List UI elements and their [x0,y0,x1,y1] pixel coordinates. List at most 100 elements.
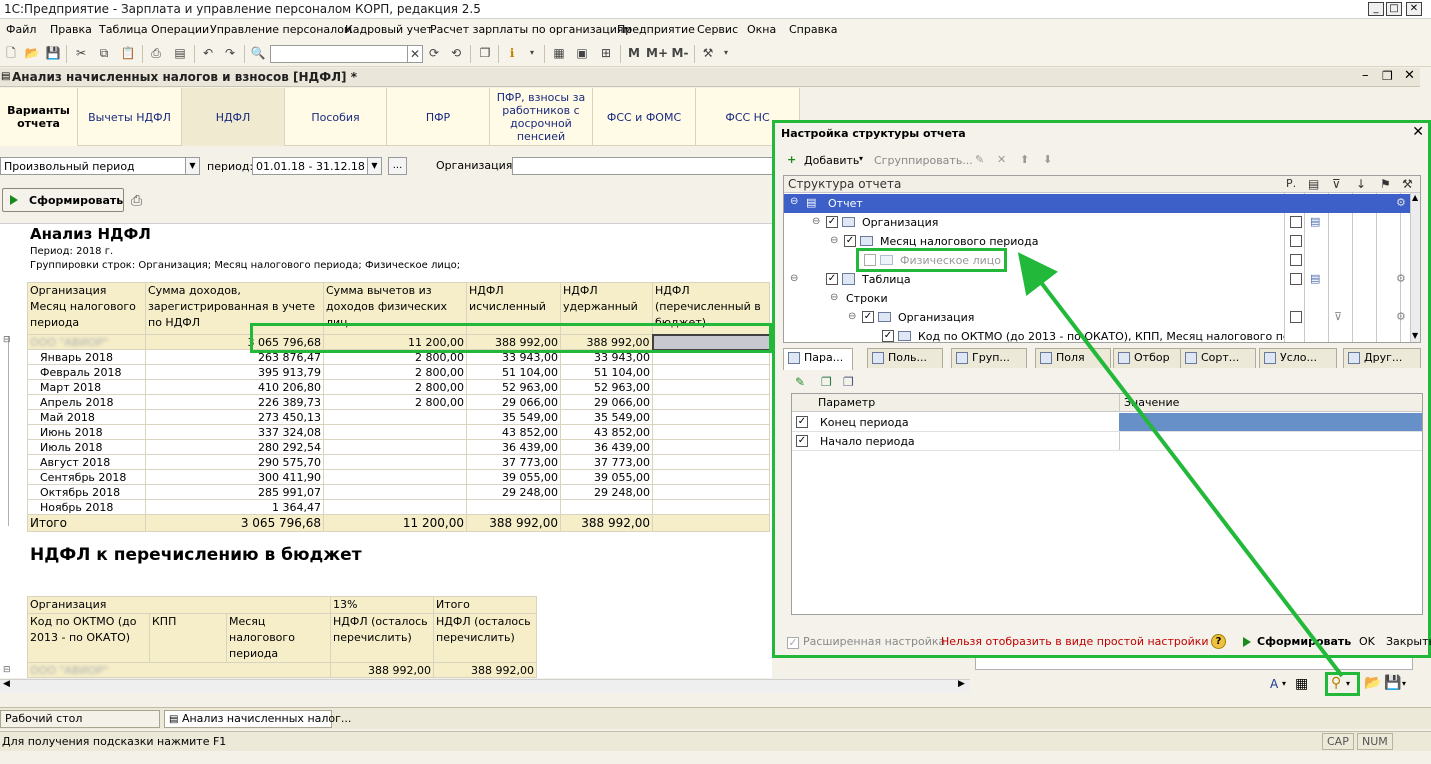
save-icon[interactable]: 💾 [45,45,61,61]
checkbox-unchecked[interactable] [1290,311,1302,323]
maximize-button[interactable]: □ [1386,2,1402,16]
tab-pfr[interactable]: ПФР [387,88,490,146]
menu-table[interactable]: Таблица [99,23,148,36]
chevron-down-icon[interactable]: ▾ [1346,679,1350,688]
collapse-group-icon[interactable]: ⊟ [3,665,11,675]
collapse-icon[interactable]: ⊖ [790,196,798,207]
table-row[interactable]: Апрель 2018 226 389,73 2 800,00 29 066,00 29… [27,394,770,410]
table-row[interactable]: Ноябрь 2018 1 364,47 [27,499,770,515]
tab-filter[interactable]: Отбор [1113,348,1187,368]
paste-icon[interactable]: 📋 [120,45,136,61]
settings-icon[interactable]: ⚒ [700,45,716,61]
checkbox-unchecked[interactable] [1290,254,1302,266]
collapse-icon[interactable]: ⊖ [830,292,838,303]
table-row[interactable]: ООО "АВИОР" 388 992,00 388 992,00 [26,662,538,678]
checkbox-checked[interactable]: ✓ [844,235,856,247]
search-icon[interactable]: 🔍 [250,45,266,61]
calendar-icon[interactable]: ▣ [574,45,590,61]
collapse-group-icon[interactable]: ⊟ [3,335,11,345]
collapse-icon[interactable]: ⊖ [812,216,820,227]
menu-file[interactable]: Файл [6,23,36,36]
tab-user-fields[interactable]: Поль... [867,348,943,368]
menu-help[interactable]: Справка [789,23,837,36]
group-button[interactable]: Сгруппировать... [874,154,973,167]
tree-row-organization-2[interactable]: ⊖ ✓ Организация ⊽ ⚙ [784,308,1406,327]
select-all-icon[interactable]: ❐ [821,375,832,389]
add-button[interactable]: Добавить [804,154,859,167]
edit-param-icon[interactable]: ✎ [795,375,805,389]
doc-close-button[interactable]: ✕ [1404,68,1415,83]
task-desktop[interactable]: Рабочий стол [0,710,160,728]
collapse-icon[interactable]: ⊖ [830,235,838,246]
checkbox-unchecked[interactable] [1290,216,1302,228]
move-up-icon[interactable]: ⬆ [1020,153,1029,166]
tree-row-table[interactable]: ⊖ ✓ Таблица ▤ ⚙ [784,270,1406,289]
table-row[interactable]: Сентябрь 2018 300 411,90 39 055,00 39 055,0… [27,469,770,485]
chevron-down-icon[interactable]: ▼ [367,158,381,174]
table-row[interactable]: Февраль 2018 395 913,79 2 800,00 51 104,00 5… [27,364,770,380]
memory-sub-button[interactable]: M- [670,45,690,61]
tree-scrollbar[interactable]: ▲ ▼ [1410,193,1420,342]
tab-conditions[interactable]: Усло... [1259,348,1337,368]
generate-report-button[interactable]: Сформировать [2,188,124,212]
close-button[interactable]: ✕ [1406,2,1422,16]
collapse-icon[interactable]: ⊖ [790,273,798,284]
edit-icon[interactable]: ✎ [975,153,984,166]
dialog-generate-button[interactable]: Сформировать [1257,635,1351,648]
dialog-close-icon[interactable]: ✕ [1412,124,1424,140]
checkbox-checked[interactable]: ✓ [826,216,838,228]
reference-icon[interactable]: ⊞ [598,45,614,61]
report-horizontal-scrollbar[interactable]: ◀ ▶ [0,679,970,693]
param-value-selected[interactable] [1119,413,1422,431]
table-row[interactable]: Август 2018 290 575,70 37 773,00 37 773,00 [27,454,770,470]
windows-icon[interactable]: ❐ [477,45,493,61]
font-icon[interactable]: A [1270,677,1278,691]
organization-input[interactable] [512,157,774,175]
tab-report-variants[interactable]: Варианты отчета [0,88,78,146]
table-row[interactable]: Июнь 2018 337 324,08 43 852,00 43 852,00 [27,424,770,440]
save-settings-icon[interactable]: 💾 [1384,675,1401,691]
menu-enterprise[interactable]: Предприятие [617,23,695,36]
checkbox-checked[interactable]: ✓ [882,330,894,342]
chevron-down-icon[interactable]: ▾ [1282,679,1286,688]
menu-personnel[interactable]: Кадровый учет [345,23,433,36]
checkbox-checked[interactable]: ✓ [796,435,808,447]
open-folder-icon[interactable]: 📂 [24,45,40,61]
table-row[interactable]: Март 2018 410 206,80 2 800,00 52 963,00 52 9… [27,379,770,395]
table-row[interactable]: Июль 2018 280 292,54 36 439,00 36 439,00 [27,439,770,455]
checkbox-unchecked[interactable] [1290,273,1302,285]
info-icon[interactable]: ℹ [504,45,520,61]
print-icon[interactable]: ⎙ [148,45,164,61]
new-document-icon[interactable]: 🗋 [3,45,19,61]
table-icon[interactable]: ▦ [1295,676,1308,692]
minimize-button[interactable]: _ [1368,2,1384,16]
deselect-all-icon[interactable]: ❐ [843,375,854,389]
undo-icon[interactable]: ↶ [200,45,216,61]
tab-parameters[interactable]: Пара... [783,348,853,370]
scroll-down-icon[interactable]: ▼ [1412,331,1418,340]
table-row[interactable]: ✓ Конец периода [792,413,1422,432]
memory-button[interactable]: M [626,45,642,61]
dialog-ok-button[interactable]: OK [1359,635,1375,648]
search-next-icon[interactable]: ⟳ [426,45,442,61]
menu-service[interactable]: Сервис [697,23,738,36]
period-input[interactable]: 01.01.18 - 31.12.18 ▼ [252,157,382,175]
period-select-button[interactable]: ... [388,157,407,175]
copy-icon[interactable]: ⧉ [96,45,112,61]
tab-other[interactable]: Друг... [1343,348,1421,368]
doc-restore-button[interactable]: ❐ [1382,69,1393,83]
search-input[interactable] [270,45,408,63]
chevron-down-icon[interactable]: ▼ [185,158,199,174]
extended-settings-checkbox[interactable]: ✓ [787,637,799,649]
tree-row-organization[interactable]: ⊖ ✓ Организация ▤ [784,213,1404,232]
search-prev-icon[interactable]: ⟲ [448,45,464,61]
open-settings-icon[interactable]: 📂 [1364,675,1381,691]
checkbox-checked[interactable]: ✓ [796,416,808,428]
scroll-left-icon[interactable]: ◀ [3,679,10,689]
tab-pfr-early-pension[interactable]: ПФР, взносы за работников с досрочной пе… [490,88,593,146]
tab-groupings[interactable]: Груп... [951,348,1027,368]
table-row[interactable]: Май 2018 273 450,13 35 549,00 35 549,00 [27,409,770,425]
tree-row-report[interactable]: ⊖ ▤ Отчет ⚙ [784,194,1420,213]
collapse-icon[interactable]: ⊖ [848,311,856,322]
menu-hr-management[interactable]: Управление персоналом [210,23,352,36]
